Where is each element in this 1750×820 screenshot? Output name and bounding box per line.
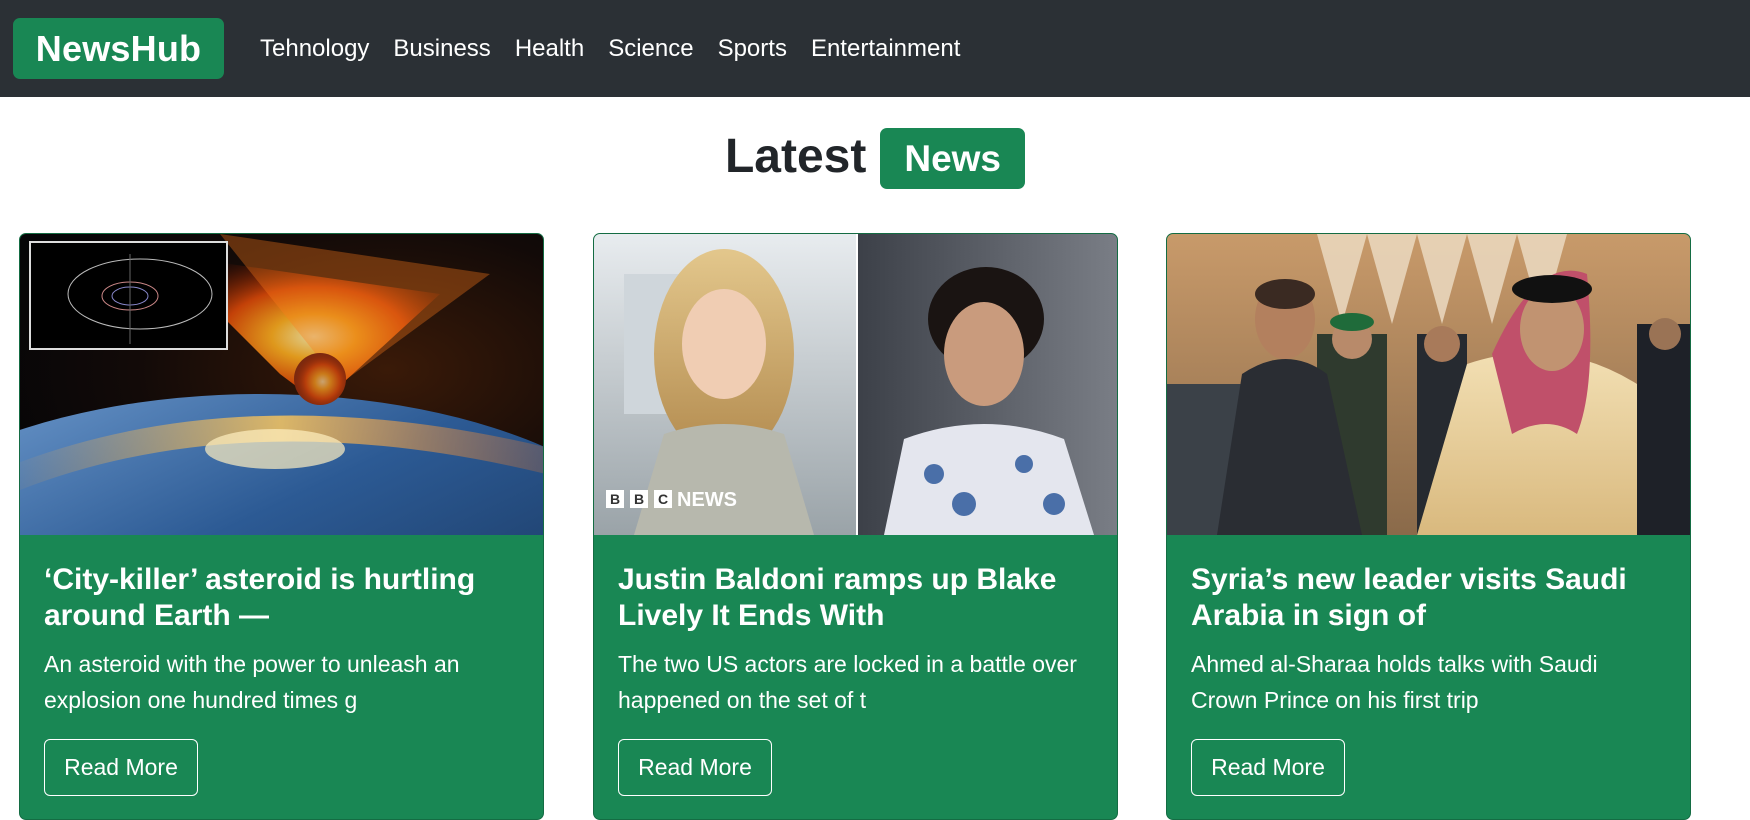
nav-link-science[interactable]: Science bbox=[596, 34, 705, 64]
card-text: The two US actors are locked in a battle… bbox=[618, 651, 1077, 713]
news-badge: News bbox=[880, 128, 1026, 189]
svg-text:NEWS: NEWS bbox=[677, 489, 737, 511]
leaders-handshake-image bbox=[1167, 234, 1690, 535]
read-more-button[interactable]: Read More bbox=[44, 739, 198, 796]
news-card: ‘City-killer’ asteroid is hurtling aroun… bbox=[19, 233, 544, 820]
top-navbar: NewsHub Tehnology Business Health Scienc… bbox=[0, 0, 1750, 97]
nav-link-business[interactable]: Business bbox=[381, 34, 502, 64]
nav-link-health[interactable]: Health bbox=[503, 34, 596, 64]
card-title[interactable]: Justin Baldoni ramps up Blake Lively It … bbox=[618, 562, 1097, 634]
news-card: Syria’s new leader visits Saudi Arabia i… bbox=[1166, 233, 1691, 820]
card-text: An asteroid with the power to unleash an… bbox=[44, 651, 460, 713]
brand-logo[interactable]: NewsHub bbox=[13, 18, 224, 79]
card-title[interactable]: Syria’s new leader visits Saudi Arabia i… bbox=[1191, 562, 1670, 634]
card-body: Justin Baldoni ramps up Blake Lively It … bbox=[618, 562, 1097, 718]
svg-text:B: B bbox=[610, 491, 620, 507]
news-card: B B C NEWS Justin Baldoni ramps up Blake… bbox=[593, 233, 1118, 820]
svg-text:B: B bbox=[634, 491, 644, 507]
page-heading: Latest News bbox=[0, 124, 1750, 189]
nav-link-technology[interactable]: Tehnology bbox=[248, 34, 381, 64]
svg-text:C: C bbox=[658, 491, 668, 507]
actors-portrait-image: B B C NEWS bbox=[594, 234, 1117, 535]
nav-link-sports[interactable]: Sports bbox=[706, 34, 799, 64]
card-body: Syria’s new leader visits Saudi Arabia i… bbox=[1191, 562, 1670, 718]
card-title[interactable]: ‘City-killer’ asteroid is hurtling aroun… bbox=[44, 562, 523, 634]
card-text: Ahmed al-Sharaa holds talks with Saudi C… bbox=[1191, 651, 1598, 713]
read-more-button[interactable]: Read More bbox=[1191, 739, 1345, 796]
nav-link-entertainment[interactable]: Entertainment bbox=[799, 34, 972, 64]
card-body: ‘City-killer’ asteroid is hurtling aroun… bbox=[44, 562, 523, 718]
read-more-button[interactable]: Read More bbox=[618, 739, 772, 796]
asteroid-earth-image bbox=[20, 234, 543, 535]
page-title: Latest bbox=[724, 130, 867, 183]
nav-links: Tehnology Business Health Science Sports… bbox=[248, 34, 972, 64]
